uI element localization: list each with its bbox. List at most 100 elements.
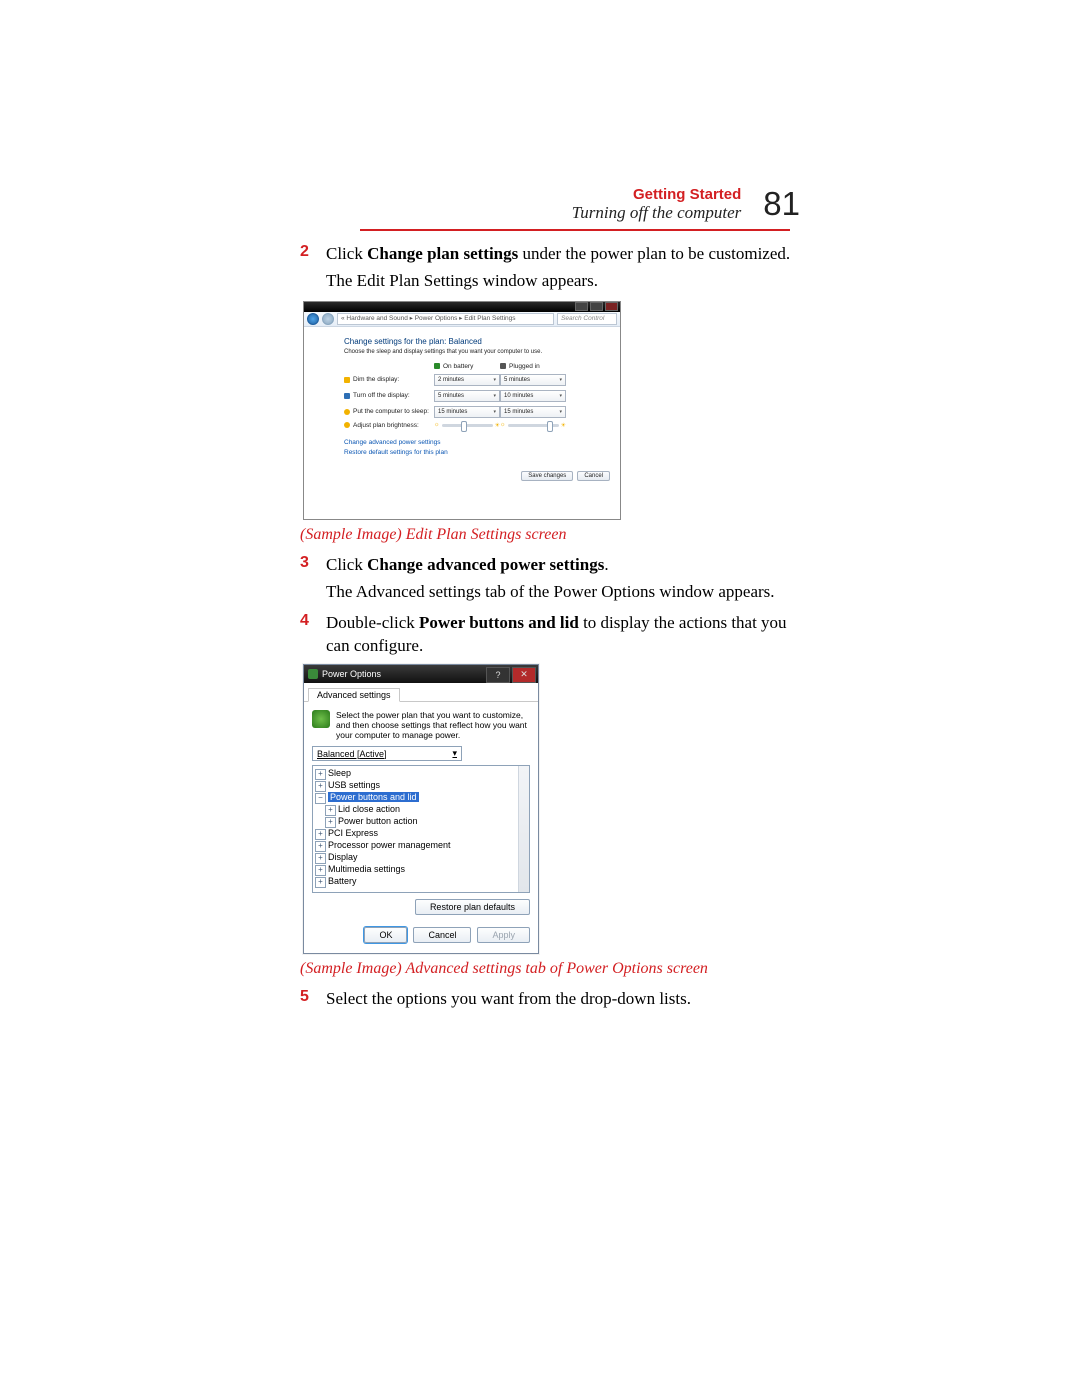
figure-caption-2: (Sample Image) Advanced settings tab of … (300, 960, 800, 978)
section-title: Getting Started (572, 186, 742, 203)
expand-icon[interactable]: + (315, 841, 326, 852)
settings-tree[interactable]: +Sleep +USB settings −Power buttons and … (312, 765, 530, 893)
plug-icon (500, 363, 506, 369)
restore-defaults-link[interactable]: Restore default settings for this plan (344, 449, 592, 456)
step-2: 2 Click Change plan settings under the p… (300, 243, 800, 266)
dialog-title-bar[interactable]: Power Options ? ✕ (304, 665, 538, 683)
expand-icon[interactable]: + (315, 781, 326, 792)
address-bar: « Hardware and Sound ▸ Power Options ▸ E… (304, 312, 620, 327)
ok-button[interactable]: OK (364, 927, 407, 943)
apply-button[interactable]: Apply (477, 927, 530, 943)
moon-icon (344, 409, 350, 415)
advanced-settings-link[interactable]: Change advanced power settings (344, 439, 592, 446)
tree-item-power-button[interactable]: +Power button action (325, 816, 527, 828)
sun-small-icon: ☼ (434, 422, 440, 428)
off-battery-select[interactable]: 5 minutes▾ (434, 390, 500, 402)
cancel-button[interactable]: Cancel (577, 471, 610, 481)
step-number: 5 (300, 988, 326, 1006)
sleep-ac-select[interactable]: 15 minutes▾ (500, 406, 566, 418)
dialog-description: Select the power plan that you want to c… (336, 710, 530, 741)
minimize-button[interactable] (575, 302, 588, 311)
sleep-battery-select[interactable]: 15 minutes▾ (434, 406, 500, 418)
brightness-ac-slider[interactable]: ☼☀ (500, 422, 566, 429)
scrollbar[interactable] (518, 766, 529, 892)
chevron-down-icon: ▾ (559, 391, 562, 401)
display-icon (344, 393, 350, 399)
tree-item-power-buttons-lid[interactable]: −Power buttons and lid +Lid close action… (315, 792, 527, 828)
sun-large-icon: ☀ (561, 422, 566, 429)
step-3: 3 Click Change advanced power settings. (300, 554, 800, 577)
cancel-button[interactable]: Cancel (413, 927, 471, 943)
nav-forward-button[interactable] (322, 313, 334, 325)
chevron-down-icon: ▾ (452, 748, 457, 759)
sun-small-icon: ☼ (500, 422, 506, 428)
dim-battery-select[interactable]: 2 minutes▾ (434, 374, 500, 386)
tree-item-multimedia[interactable]: +Multimedia settings (315, 864, 527, 876)
row-dim-display: Dim the display: (344, 376, 434, 383)
page-header: Getting Started Turning off the computer… (300, 185, 800, 223)
tree-item-lid-close[interactable]: +Lid close action (325, 804, 527, 816)
step-3-continuation: The Advanced settings tab of the Power O… (326, 581, 800, 604)
search-input[interactable]: Search Control Panel (557, 313, 617, 325)
tree-item-processor[interactable]: +Processor power management (315, 840, 527, 852)
step-body: Click Change advanced power settings. (326, 554, 609, 577)
expand-icon[interactable]: + (315, 865, 326, 876)
col-on-battery: On battery (434, 363, 500, 370)
tab-strip: Advanced settings (304, 683, 538, 702)
step-number: 3 (300, 554, 326, 572)
figure-caption-1: (Sample Image) Edit Plan Settings screen (300, 526, 800, 544)
tree-item-sleep[interactable]: +Sleep (315, 768, 527, 780)
dialog-title: Power Options (322, 669, 381, 679)
battery-icon (434, 363, 440, 369)
chevron-down-icon: ▾ (493, 391, 496, 401)
sun-icon (344, 422, 350, 428)
help-button[interactable]: ? (486, 667, 510, 683)
tree-item-battery[interactable]: +Battery (315, 876, 527, 888)
edit-plan-settings-window: « Hardware and Sound ▸ Power Options ▸ E… (303, 301, 621, 520)
plan-subtitle: Choose the sleep and display settings th… (344, 349, 592, 355)
power-plan-select[interactable]: Balanced [Active]▾ (312, 746, 462, 761)
chevron-down-icon: ▾ (559, 375, 562, 385)
expand-icon[interactable]: + (315, 769, 326, 780)
tree-item-usb[interactable]: +USB settings (315, 780, 527, 792)
expand-icon[interactable]: + (325, 817, 336, 828)
step-body: Double-click Power buttons and lid to di… (326, 612, 800, 658)
step-2-continuation: The Edit Plan Settings window appears. (326, 270, 800, 293)
dim-ac-select[interactable]: 5 minutes▾ (500, 374, 566, 386)
expand-icon[interactable]: + (315, 853, 326, 864)
chevron-down-icon: ▾ (493, 407, 496, 417)
brightness-battery-slider[interactable]: ☼☀ (434, 422, 500, 429)
step-body: Click Change plan settings under the pow… (326, 243, 790, 266)
step-number: 2 (300, 243, 326, 261)
expand-icon[interactable]: + (325, 805, 336, 816)
tree-item-pci-express[interactable]: +PCI Express (315, 828, 527, 840)
power-plug-icon (308, 669, 318, 679)
close-button[interactable]: ✕ (512, 667, 536, 683)
step-body: Select the options you want from the dro… (326, 988, 691, 1011)
step-5: 5 Select the options you want from the d… (300, 988, 800, 1011)
row-sleep: Put the computer to sleep: (344, 408, 434, 415)
step-number: 4 (300, 612, 326, 630)
chevron-down-icon: ▾ (493, 375, 496, 385)
section-subtitle: Turning off the computer (572, 203, 742, 223)
collapse-icon[interactable]: − (315, 793, 326, 804)
tree-item-display[interactable]: +Display (315, 852, 527, 864)
chevron-down-icon: ▾ (559, 407, 562, 417)
expand-icon[interactable]: + (315, 829, 326, 840)
window-title-bar[interactable] (304, 302, 620, 312)
expand-icon[interactable]: + (315, 877, 326, 888)
maximize-button[interactable] (590, 302, 603, 311)
plan-heading: Change settings for the plan: Balanced (344, 337, 592, 346)
restore-defaults-button[interactable]: Restore plan defaults (415, 899, 530, 915)
col-plugged-in: Plugged in (500, 363, 566, 370)
header-divider (360, 229, 790, 231)
dim-icon (344, 377, 350, 383)
battery-icon (312, 710, 330, 728)
close-button[interactable] (605, 302, 618, 311)
save-changes-button[interactable]: Save changes (521, 471, 573, 481)
breadcrumb-path[interactable]: « Hardware and Sound ▸ Power Options ▸ E… (337, 313, 554, 325)
power-options-dialog: Power Options ? ✕ Advanced settings Sele… (303, 664, 539, 955)
nav-back-button[interactable] (307, 313, 319, 325)
off-ac-select[interactable]: 10 minutes▾ (500, 390, 566, 402)
tab-advanced-settings[interactable]: Advanced settings (308, 688, 400, 702)
